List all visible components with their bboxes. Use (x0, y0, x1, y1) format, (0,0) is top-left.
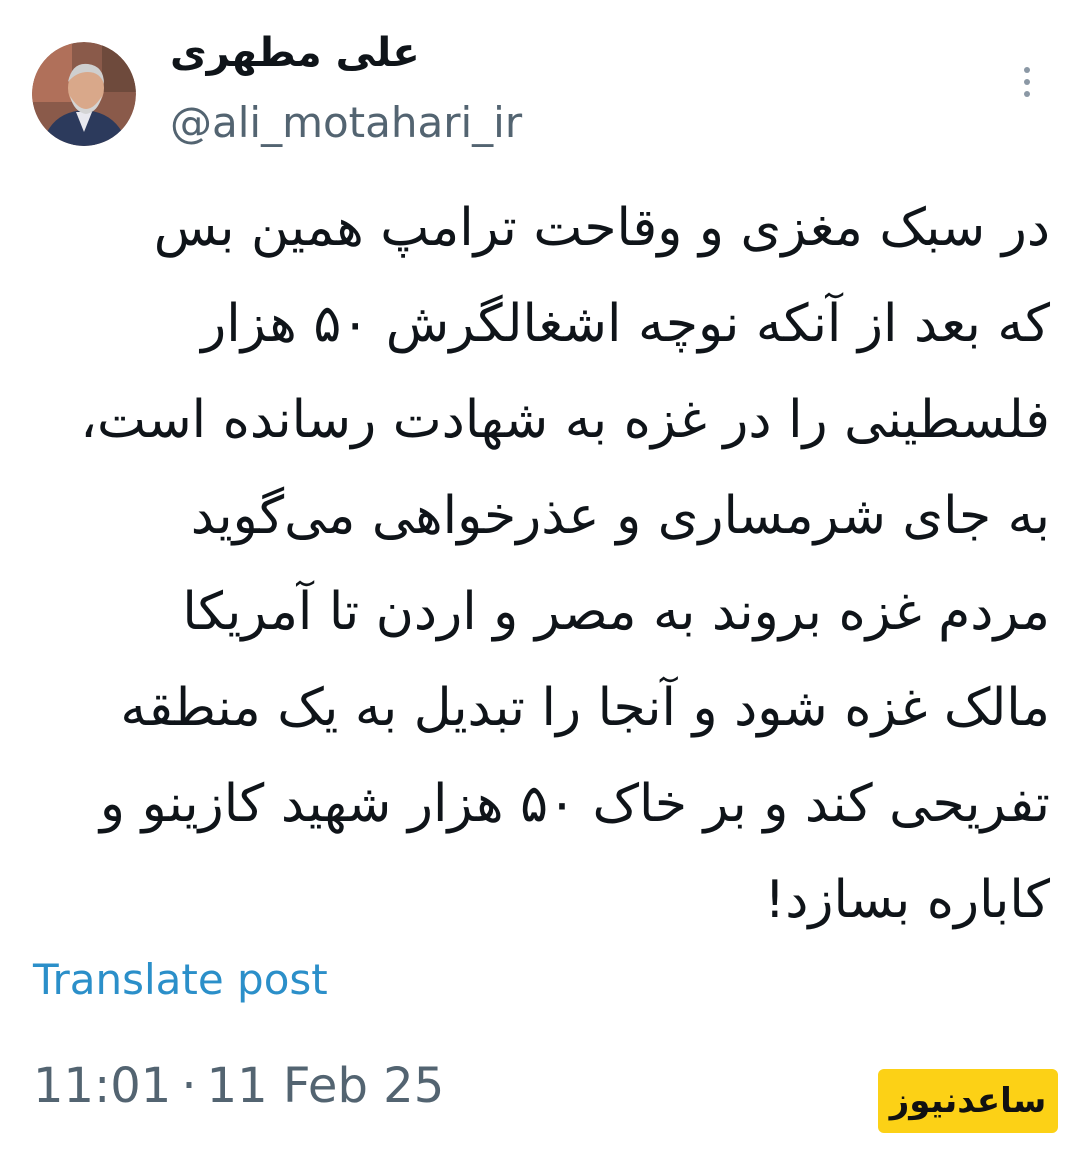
tweet-text-line: کاباره بسازد! (764, 870, 1050, 930)
tweet-text-line: به جای شرمساری و عذرخواهی می‌گوید (190, 486, 1050, 546)
watermark-logo: ساعدنیوز (878, 1069, 1058, 1133)
tweet-text-line: تفریحی کند و بر خاک ۵۰ هزار شهید کازینو … (99, 774, 1050, 834)
translate-post-link[interactable]: Translate post (33, 955, 328, 1004)
avatar[interactable] (32, 42, 136, 146)
tweet-text: در سبک مغزی و وقاحت ترامپ همین بس که بعد… (30, 180, 1050, 948)
author-display-name[interactable]: علی مطهری (170, 30, 420, 76)
person-portrait-icon (32, 42, 136, 146)
tweet-text-line: مالک غزه شود و آنجا را تبدیل به یک منطقه (120, 678, 1050, 738)
tweet-text-line: در سبک مغزی و وقاحت ترامپ همین بس (153, 198, 1050, 258)
post-time: 11:01 (33, 1058, 172, 1114)
post-date: 11 Feb 25 (206, 1058, 445, 1114)
post-timestamp[interactable]: 11:01 · 11 Feb 25 (33, 1058, 444, 1114)
more-options-icon (1024, 79, 1030, 85)
more-options-icon (1024, 91, 1030, 97)
timestamp-separator: · (181, 1058, 197, 1114)
tweet-text-line: فلسطینی را در غزه به شهادت رسانده است، (80, 390, 1050, 450)
tweet-text-line: که بعد از آنکه نوچه اشغالگرش ۵۰ هزار (201, 294, 1050, 354)
watermark-text: ساعدنیوز (889, 1081, 1047, 1121)
tweet-text-line: مردم غزه بروند به مصر و اردن تا آمریکا (182, 582, 1050, 642)
more-options-button[interactable] (1010, 60, 1044, 104)
more-options-icon (1024, 67, 1030, 73)
author-handle[interactable]: @ali_motahari_ir (170, 98, 522, 147)
